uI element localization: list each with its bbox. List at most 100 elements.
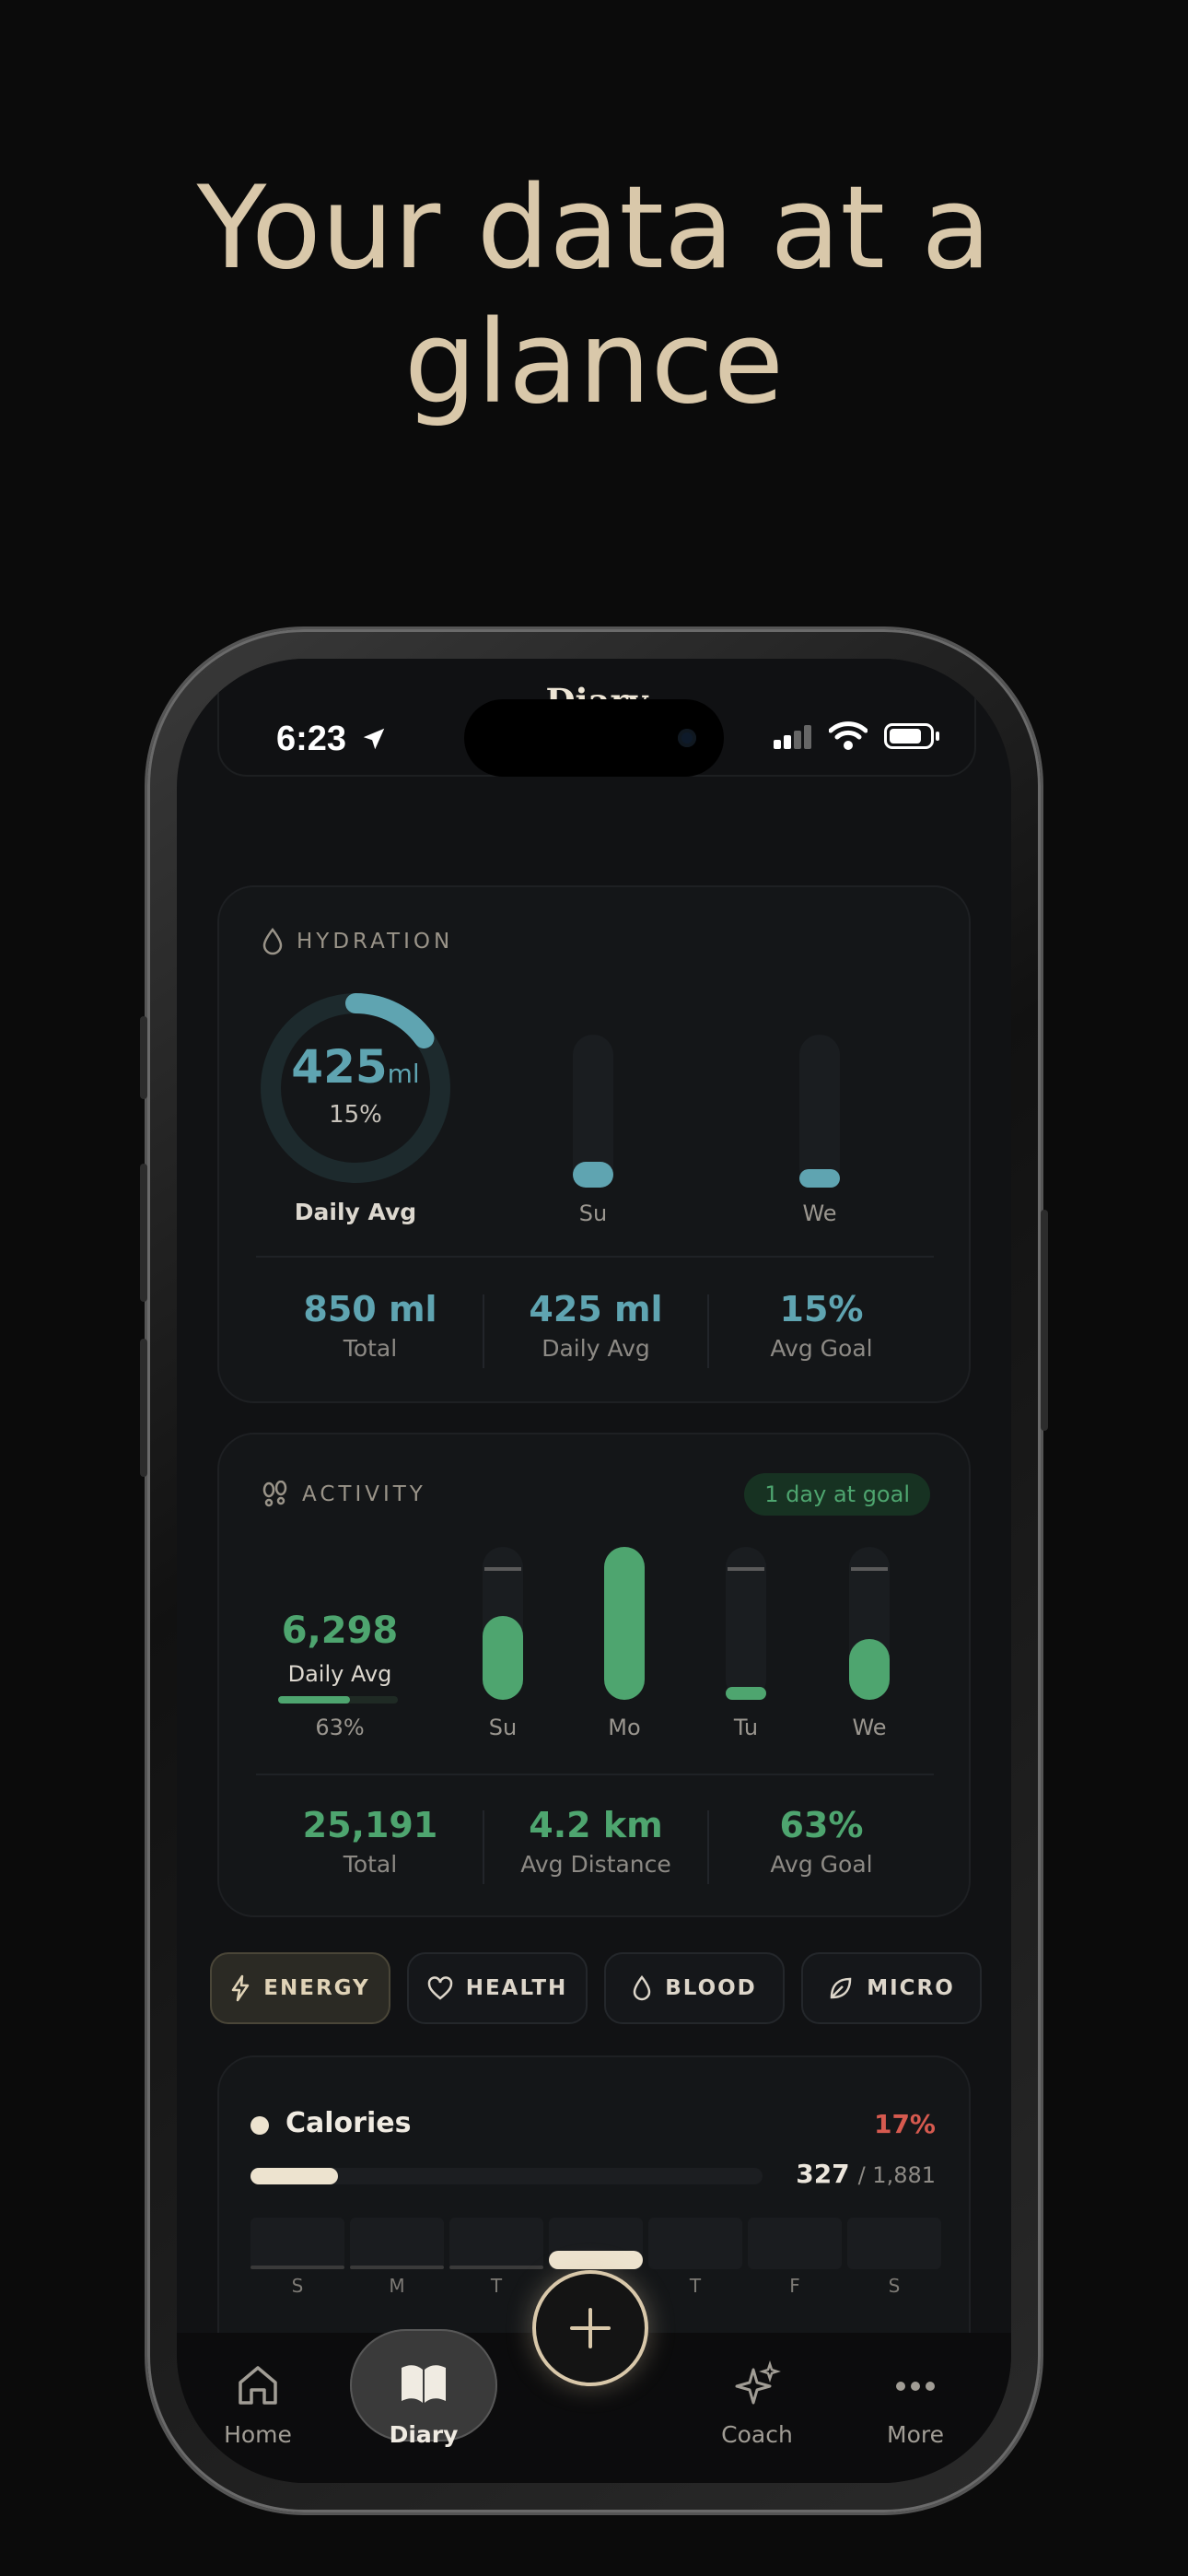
activity-card[interactable]: ACTIVITY 1 day at goal 6,298 Daily Avg 6…: [217, 1433, 971, 1917]
hydration-label-row: HYDRATION: [262, 928, 453, 955]
calories-day-label: T: [490, 2275, 503, 2297]
marketing-headline: Your data at a glance: [0, 161, 1188, 430]
calories-day-bar: [549, 2251, 643, 2269]
divider: [707, 1294, 709, 1368]
hydration-stat-daily-avg: 425 ml Daily Avg: [529, 1289, 663, 1362]
activity-avg-track: [278, 1696, 398, 1704]
calories-day-cell[interactable]: [847, 2218, 941, 2269]
activity-avg-fill: [278, 1696, 350, 1704]
calories-day-bar: [847, 2266, 941, 2269]
calories-day-label: M: [389, 2275, 405, 2297]
calories-day-bar: [350, 2266, 444, 2269]
chip-micro[interactable]: MICRO: [801, 1952, 982, 2024]
cellular-signal-icon: [774, 725, 811, 749]
calories-day-cell[interactable]: [250, 2218, 344, 2269]
calories-day-cell[interactable]: [748, 2218, 842, 2269]
activity-day-label: We: [852, 1715, 887, 1740]
hydration-stat-avg-goal: 15% Avg Goal: [770, 1289, 873, 1362]
chip-health[interactable]: HEALTH: [407, 1952, 588, 2024]
divider: [256, 1774, 934, 1775]
activity-bar-fill: [604, 1547, 645, 1700]
volume-down-button: [140, 1339, 147, 1477]
hydration-label: HYDRATION: [297, 930, 454, 954]
volume-up-button: [140, 1164, 147, 1302]
divider: [483, 1810, 484, 1884]
activity-stat-avg-distance: 4.2 km Avg Distance: [520, 1805, 671, 1878]
activity-bar-we[interactable]: [849, 1547, 890, 1700]
activity-stat-total: 25,191 Total: [302, 1805, 438, 1878]
book-icon: [402, 2365, 446, 2403]
sparkles-icon: [735, 2360, 781, 2405]
activity-day-label: Tu: [733, 1715, 759, 1740]
hydration-day-label: Su: [578, 1200, 608, 1226]
hydration-bar-we[interactable]: [799, 1035, 840, 1188]
more-icon: [896, 2382, 935, 2391]
chip-energy[interactable]: ENERGY: [210, 1952, 390, 2024]
hydration-bar-fill: [573, 1161, 613, 1188]
headline-line-1: Your data at a: [196, 162, 992, 295]
calories-progress-fill: [250, 2168, 338, 2184]
tab-home[interactable]: Home: [193, 2333, 322, 2448]
hydration-bar-su[interactable]: [573, 1035, 613, 1188]
calories-count: 327 / 1,881: [796, 2159, 936, 2189]
divider: [707, 1810, 709, 1884]
leaf-icon: [830, 1977, 852, 1999]
activity-avg-label: Daily Avg: [287, 1661, 392, 1687]
heart-icon: [427, 1976, 452, 2000]
hydration-card[interactable]: HYDRATION 425ml 15% Daily Avg Su We 850 …: [217, 885, 971, 1403]
activity-stat-avg-goal: 63% Avg Goal: [770, 1805, 873, 1878]
goal-line: [484, 1567, 521, 1571]
activity-bar-fill: [726, 1687, 766, 1700]
activity-bar-fill: [483, 1615, 523, 1700]
tab-coach[interactable]: Coach: [693, 2333, 821, 2448]
bolt-icon: [232, 1974, 250, 2002]
calories-day-label: T: [689, 2275, 702, 2297]
activity-bar-fill: [849, 1638, 890, 1700]
calories-day-bar: [449, 2266, 543, 2269]
calories-day-bar: [748, 2266, 842, 2269]
divider: [483, 1294, 484, 1368]
tab-more[interactable]: More: [851, 2333, 980, 2448]
divider: [256, 1256, 934, 1258]
hydration-bar-fill: [799, 1169, 840, 1188]
dynamic-island: [464, 699, 724, 777]
hydration-stat-total: 850 ml Total: [303, 1289, 437, 1362]
hydration-ring-value: 425ml: [291, 1040, 420, 1094]
action-button: [140, 1016, 147, 1099]
calories-day-bar: [250, 2266, 344, 2269]
calories-day-cell[interactable]: [648, 2218, 742, 2269]
calories-dot: [250, 2116, 269, 2135]
hydration-ring-percent: 15%: [329, 1101, 382, 1129]
home-icon: [239, 2366, 277, 2405]
drop-icon: [633, 1975, 651, 2001]
activity-bar-mo[interactable]: [604, 1547, 645, 1700]
tab-bar: Home Diary Coach More: [177, 2270, 1011, 2483]
activity-label-row: ACTIVITY: [262, 1481, 426, 1508]
footsteps-icon: [262, 1481, 287, 1507]
activity-bar-tu[interactable]: [726, 1547, 766, 1700]
goal-line: [851, 1567, 888, 1571]
goal-line: [728, 1567, 764, 1571]
calories-day-cell[interactable]: [350, 2218, 444, 2269]
phone-frame: Diary Jan 18 – 24 6:23: [140, 629, 1048, 2512]
calories-day-cell[interactable]: [449, 2218, 543, 2269]
activity-bar-su[interactable]: [483, 1547, 523, 1700]
chip-blood[interactable]: BLOOD: [604, 1952, 785, 2024]
activity-day-label: Mo: [608, 1715, 641, 1740]
app-screen: Diary Jan 18 – 24 6:23: [177, 659, 1011, 2483]
activity-avg-value: 6,298: [281, 1610, 399, 1652]
activity-label: ACTIVITY: [302, 1482, 426, 1506]
power-button: [1041, 1210, 1048, 1431]
status-time: 6:23: [276, 720, 388, 759]
tab-diary[interactable]: Diary: [359, 2333, 488, 2448]
battery-icon: [884, 723, 934, 749]
camera-icon: [678, 729, 696, 747]
calories-day-label: F: [789, 2275, 800, 2297]
location-arrow-icon: [363, 728, 384, 750]
calories-day-cell[interactable]: [549, 2218, 643, 2269]
goal-badge: 1 day at goal: [744, 1473, 930, 1516]
calories-percent: 17%: [873, 2109, 936, 2139]
calories-day-label: S: [291, 2275, 304, 2297]
wifi-icon: [829, 721, 868, 750]
add-entry-button[interactable]: [532, 2270, 648, 2386]
